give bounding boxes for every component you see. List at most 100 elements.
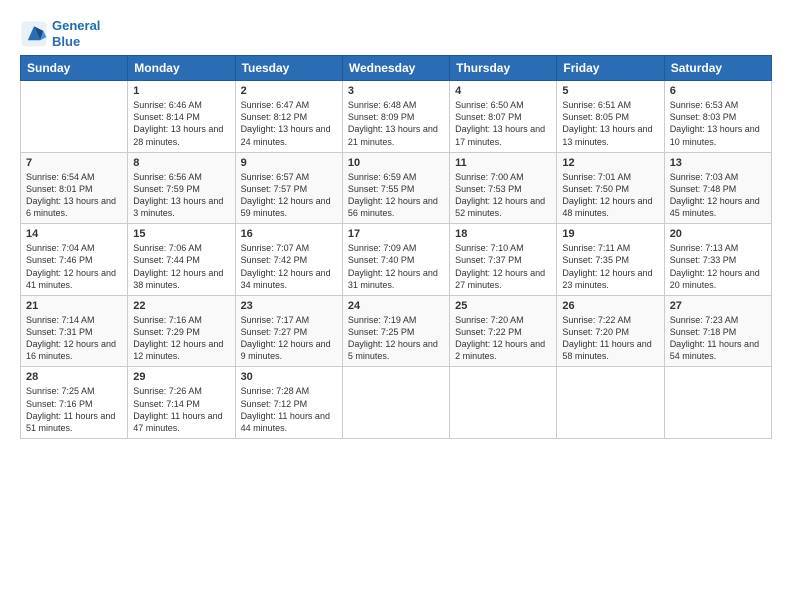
day-header-monday: Monday (128, 56, 235, 81)
day-number: 18 (455, 228, 551, 240)
calendar-cell: 26 Sunrise: 7:22 AM Sunset: 7:20 PM Dayli… (557, 295, 664, 367)
day-number: 9 (241, 157, 337, 169)
cell-info: Sunrise: 7:22 AM Sunset: 7:20 PM Dayligh… (562, 314, 658, 363)
calendar-cell: 8 Sunrise: 6:56 AM Sunset: 7:59 PM Daylig… (128, 152, 235, 224)
logo-icon (20, 20, 48, 48)
day-header-thursday: Thursday (450, 56, 557, 81)
cell-info: Sunrise: 6:59 AM Sunset: 7:55 PM Dayligh… (348, 171, 444, 220)
calendar-cell: 27 Sunrise: 7:23 AM Sunset: 7:18 PM Dayli… (664, 295, 771, 367)
cell-info: Sunrise: 6:47 AM Sunset: 8:12 PM Dayligh… (241, 99, 337, 148)
calendar-cell: 12 Sunrise: 7:01 AM Sunset: 7:50 PM Dayli… (557, 152, 664, 224)
day-number: 24 (348, 300, 444, 312)
day-number: 27 (670, 300, 766, 312)
cell-info: Sunrise: 7:10 AM Sunset: 7:37 PM Dayligh… (455, 242, 551, 291)
calendar-cell: 22 Sunrise: 7:16 AM Sunset: 7:29 PM Dayli… (128, 295, 235, 367)
cell-info: Sunrise: 7:04 AM Sunset: 7:46 PM Dayligh… (26, 242, 122, 291)
cell-info: Sunrise: 7:03 AM Sunset: 7:48 PM Dayligh… (670, 171, 766, 220)
calendar-cell: 7Sunrise: 6:54 AM Sunset: 8:01 PM Daylig… (21, 152, 128, 224)
calendar-cell: 18 Sunrise: 7:10 AM Sunset: 7:37 PM Dayli… (450, 224, 557, 296)
day-number: 8 (133, 157, 229, 169)
calendar-week-1: 1 Sunrise: 6:46 AM Sunset: 8:14 PM Daylig… (21, 81, 772, 153)
calendar-cell: 23 Sunrise: 7:17 AM Sunset: 7:27 PM Dayli… (235, 295, 342, 367)
day-number: 11 (455, 157, 551, 169)
day-number: 22 (133, 300, 229, 312)
logo: General Blue (20, 18, 100, 49)
cell-info: Sunrise: 7:06 AM Sunset: 7:44 PM Dayligh… (133, 242, 229, 291)
cell-info: Sunrise: 7:28 AM Sunset: 7:12 PM Dayligh… (241, 385, 337, 434)
day-number: 30 (241, 371, 337, 383)
day-number: 5 (562, 85, 658, 97)
cell-info: Sunrise: 7:20 AM Sunset: 7:22 PM Dayligh… (455, 314, 551, 363)
cell-info: Sunrise: 7:07 AM Sunset: 7:42 PM Dayligh… (241, 242, 337, 291)
calendar-cell: 3 Sunrise: 6:48 AM Sunset: 8:09 PM Daylig… (342, 81, 449, 153)
day-number: 13 (670, 157, 766, 169)
calendar-cell: 20Sunrise: 7:13 AM Sunset: 7:33 PM Dayli… (664, 224, 771, 296)
cell-info: Sunrise: 7:01 AM Sunset: 7:50 PM Dayligh… (562, 171, 658, 220)
cell-info: Sunrise: 7:11 AM Sunset: 7:35 PM Dayligh… (562, 242, 658, 291)
day-number: 25 (455, 300, 551, 312)
calendar-cell: 16 Sunrise: 7:07 AM Sunset: 7:42 PM Dayli… (235, 224, 342, 296)
day-number: 21 (26, 300, 122, 312)
calendar-cell: 29Sunrise: 7:26 AM Sunset: 7:14 PM Dayli… (128, 367, 235, 439)
calendar-cell: 6 Sunrise: 6:53 AM Sunset: 8:03 PM Daylig… (664, 81, 771, 153)
day-number: 23 (241, 300, 337, 312)
cell-info: Sunrise: 7:13 AM Sunset: 7:33 PM Dayligh… (670, 242, 766, 291)
calendar-cell (342, 367, 449, 439)
cell-info: Sunrise: 7:14 AM Sunset: 7:31 PM Dayligh… (26, 314, 122, 363)
cell-info: Sunrise: 6:57 AM Sunset: 7:57 PM Dayligh… (241, 171, 337, 220)
cell-info: Sunrise: 6:56 AM Sunset: 7:59 PM Dayligh… (133, 171, 229, 220)
calendar-cell: 19 Sunrise: 7:11 AM Sunset: 7:35 PM Dayli… (557, 224, 664, 296)
logo-text: General Blue (52, 18, 100, 49)
day-number: 6 (670, 85, 766, 97)
day-number: 10 (348, 157, 444, 169)
calendar-cell: 2 Sunrise: 6:47 AM Sunset: 8:12 PM Daylig… (235, 81, 342, 153)
cell-info: Sunrise: 6:48 AM Sunset: 8:09 PM Dayligh… (348, 99, 444, 148)
cell-info: Sunrise: 6:51 AM Sunset: 8:05 PM Dayligh… (562, 99, 658, 148)
day-number: 16 (241, 228, 337, 240)
calendar-cell: 9 Sunrise: 6:57 AM Sunset: 7:57 PM Daylig… (235, 152, 342, 224)
day-number: 12 (562, 157, 658, 169)
cell-info: Sunrise: 7:16 AM Sunset: 7:29 PM Dayligh… (133, 314, 229, 363)
day-number: 14 (26, 228, 122, 240)
cell-info: Sunrise: 7:09 AM Sunset: 7:40 PM Dayligh… (348, 242, 444, 291)
page: General Blue SundayMondayTuesdayWednesda… (0, 0, 792, 612)
day-number: 3 (348, 85, 444, 97)
calendar-cell (450, 367, 557, 439)
calendar-cell: 21 Sunrise: 7:14 AM Sunset: 7:31 PM Dayli… (21, 295, 128, 367)
cell-info: Sunrise: 6:53 AM Sunset: 8:03 PM Dayligh… (670, 99, 766, 148)
day-number: 29 (133, 371, 229, 383)
day-number: 15 (133, 228, 229, 240)
calendar-cell: 14 Sunrise: 7:04 AM Sunset: 7:46 PM Dayli… (21, 224, 128, 296)
day-number: 7 (26, 157, 122, 169)
header: General Blue (20, 18, 772, 49)
cell-info: Sunrise: 7:17 AM Sunset: 7:27 PM Dayligh… (241, 314, 337, 363)
cell-info: Sunrise: 6:46 AM Sunset: 8:14 PM Dayligh… (133, 99, 229, 148)
day-number: 2 (241, 85, 337, 97)
calendar-cell: 28 Sunrise: 7:25 AM Sunset: 7:16 PM Dayli… (21, 367, 128, 439)
day-header-tuesday: Tuesday (235, 56, 342, 81)
calendar-cell: 11Sunrise: 7:00 AM Sunset: 7:53 PM Dayli… (450, 152, 557, 224)
calendar-cell: 10 Sunrise: 6:59 AM Sunset: 7:55 PM Dayli… (342, 152, 449, 224)
calendar-cell: 17 Sunrise: 7:09 AM Sunset: 7:40 PM Dayli… (342, 224, 449, 296)
calendar-cell: 5 Sunrise: 6:51 AM Sunset: 8:05 PM Daylig… (557, 81, 664, 153)
calendar-cell (21, 81, 128, 153)
day-number: 26 (562, 300, 658, 312)
day-header-wednesday: Wednesday (342, 56, 449, 81)
day-header-saturday: Saturday (664, 56, 771, 81)
calendar-week-4: 21 Sunrise: 7:14 AM Sunset: 7:31 PM Dayli… (21, 295, 772, 367)
cell-info: Sunrise: 7:25 AM Sunset: 7:16 PM Dayligh… (26, 385, 122, 434)
day-header-sunday: Sunday (21, 56, 128, 81)
day-number: 17 (348, 228, 444, 240)
calendar-cell (557, 367, 664, 439)
cell-info: Sunrise: 7:23 AM Sunset: 7:18 PM Dayligh… (670, 314, 766, 363)
cell-info: Sunrise: 6:50 AM Sunset: 8:07 PM Dayligh… (455, 99, 551, 148)
calendar-cell: 30 Sunrise: 7:28 AM Sunset: 7:12 PM Dayli… (235, 367, 342, 439)
day-number: 28 (26, 371, 122, 383)
day-number: 4 (455, 85, 551, 97)
day-number: 1 (133, 85, 229, 97)
calendar-cell: 24Sunrise: 7:19 AM Sunset: 7:25 PM Dayli… (342, 295, 449, 367)
day-number: 19 (562, 228, 658, 240)
calendar-header-row: SundayMondayTuesdayWednesdayThursdayFrid… (21, 56, 772, 81)
calendar-cell: 13 Sunrise: 7:03 AM Sunset: 7:48 PM Dayli… (664, 152, 771, 224)
calendar-cell (664, 367, 771, 439)
